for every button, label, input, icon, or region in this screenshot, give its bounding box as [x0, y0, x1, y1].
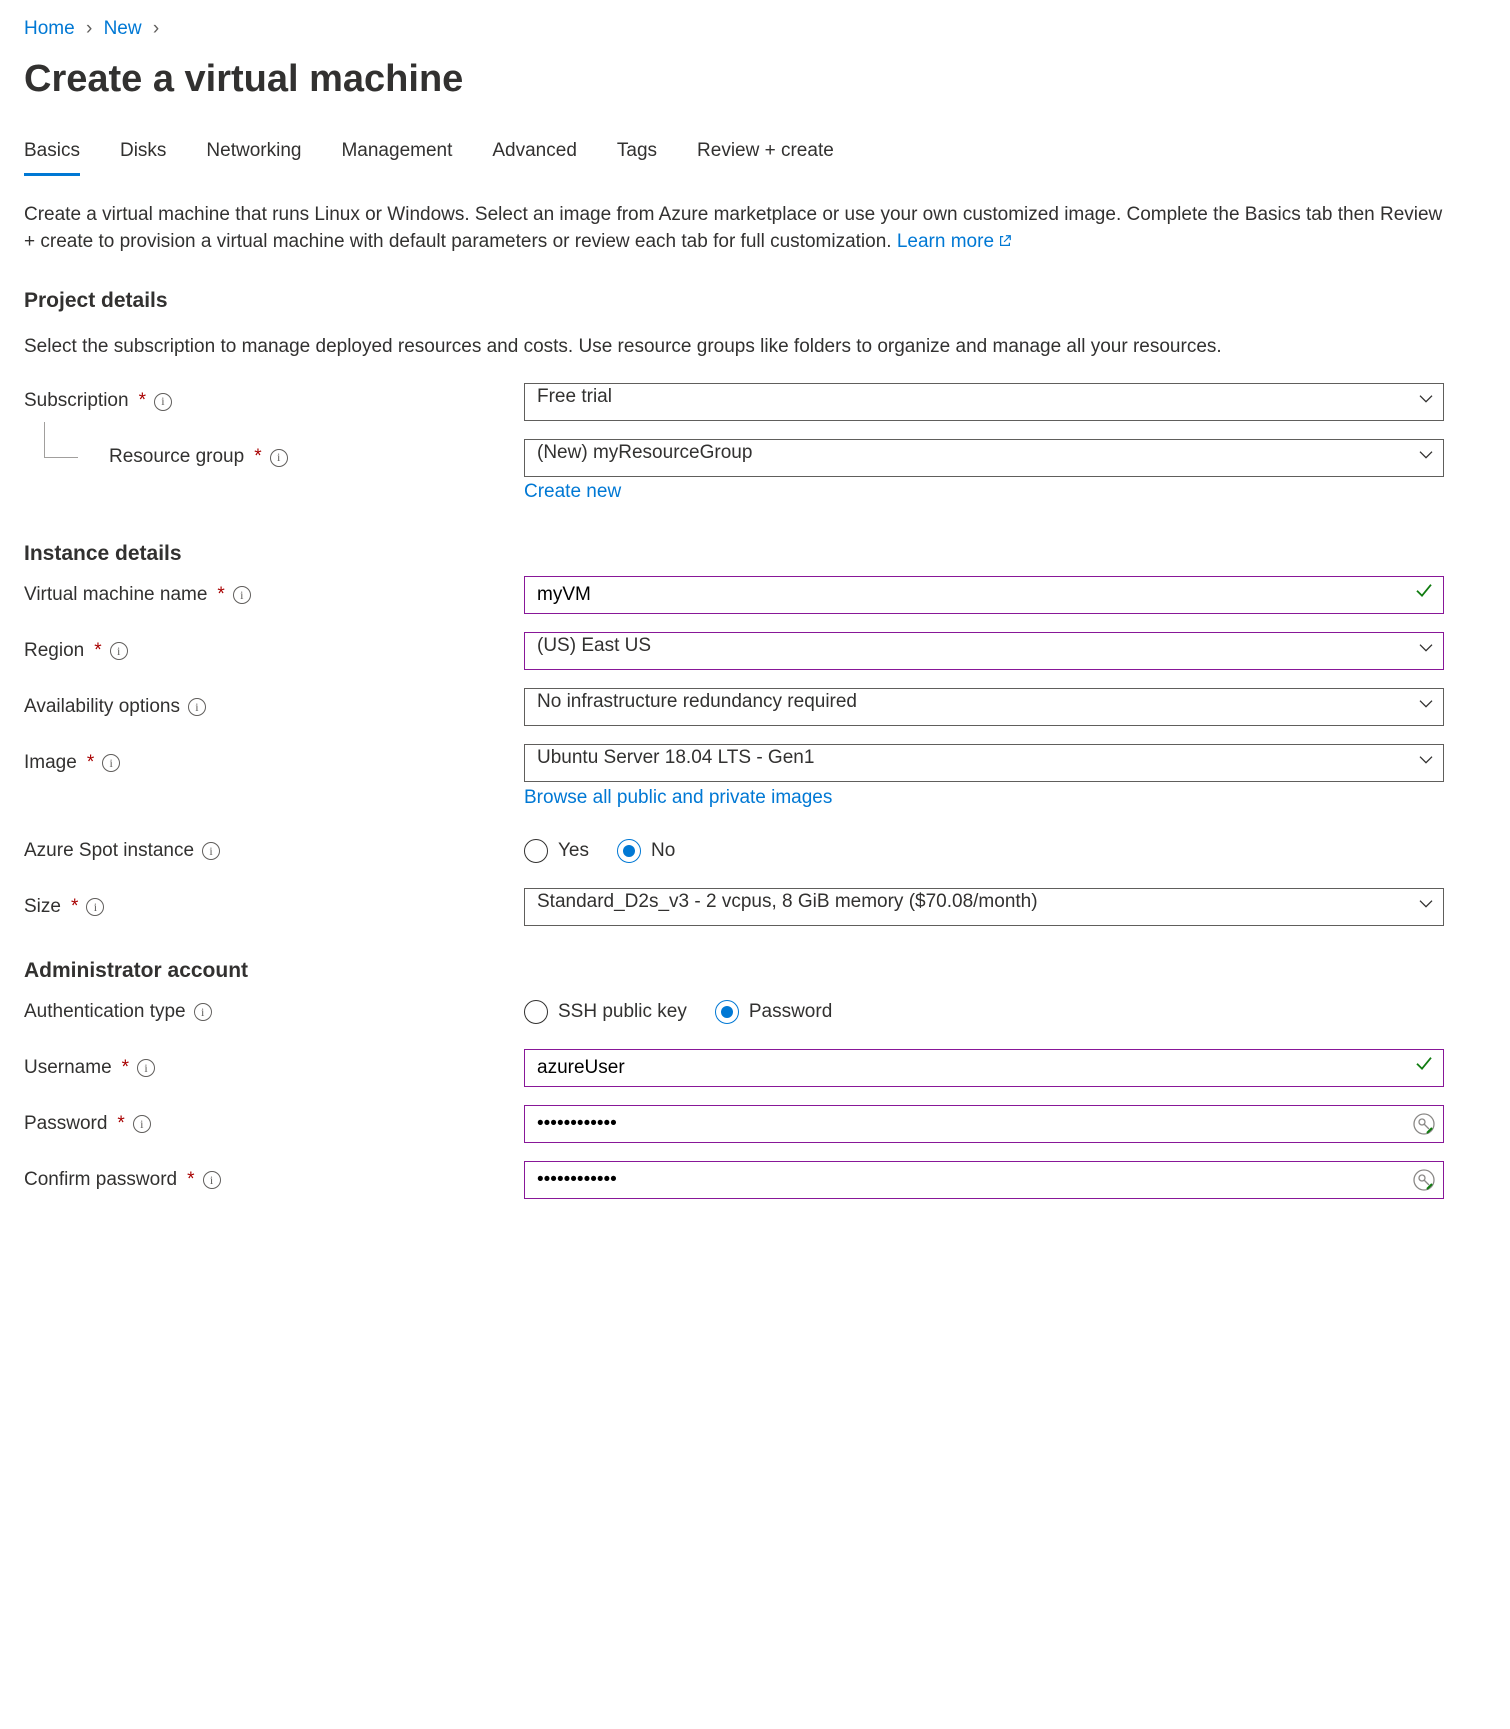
size-label: Size: [24, 894, 61, 921]
subscription-select[interactable]: Free trial: [524, 383, 1444, 421]
subscription-label: Subscription: [24, 388, 129, 415]
page-title: Create a virtual machine: [24, 53, 1486, 106]
auth-password-label: Password: [749, 999, 832, 1026]
required-asterisk: *: [187, 1167, 194, 1194]
vm-name-input[interactable]: [524, 576, 1444, 614]
intro-body: Create a virtual machine that runs Linux…: [24, 204, 1442, 252]
tab-tags[interactable]: Tags: [617, 134, 657, 177]
external-link-icon: [998, 234, 1012, 251]
info-icon[interactable]: i: [86, 898, 104, 916]
size-select[interactable]: Standard_D2s_v3 - 2 vcpus, 8 GiB memory …: [524, 888, 1444, 926]
info-icon[interactable]: i: [203, 1171, 221, 1189]
info-icon[interactable]: i: [154, 393, 172, 411]
required-asterisk: *: [94, 638, 101, 665]
confirm-password-input[interactable]: [524, 1161, 1444, 1199]
info-icon[interactable]: i: [137, 1059, 155, 1077]
section-instance-details: Instance details: [24, 539, 1486, 568]
hierarchy-line: [44, 422, 78, 458]
auth-password-radio[interactable]: Password: [715, 999, 832, 1026]
tab-basics[interactable]: Basics: [24, 134, 80, 177]
image-label: Image: [24, 750, 77, 777]
info-icon[interactable]: i: [133, 1115, 151, 1133]
resource-group-label: Resource group: [109, 444, 244, 471]
breadcrumb-new[interactable]: New: [104, 18, 142, 39]
auth-ssh-label: SSH public key: [558, 999, 687, 1026]
password-label: Password: [24, 1111, 107, 1138]
auth-type-label: Authentication type: [24, 999, 186, 1026]
required-asterisk: *: [117, 1111, 124, 1138]
required-asterisk: *: [217, 582, 224, 609]
breadcrumb-home[interactable]: Home: [24, 18, 75, 39]
project-details-desc: Select the subscription to manage deploy…: [24, 334, 1486, 361]
spot-no-radio[interactable]: No: [617, 838, 675, 865]
create-new-rg-link[interactable]: Create new: [524, 481, 621, 502]
tab-disks[interactable]: Disks: [120, 134, 166, 177]
check-icon: [1414, 1054, 1434, 1083]
username-label: Username: [24, 1055, 112, 1082]
info-icon[interactable]: i: [194, 1003, 212, 1021]
breadcrumb-sep: ›: [147, 18, 165, 39]
breadcrumb-sep: ›: [80, 18, 98, 39]
availability-label: Availability options: [24, 694, 180, 721]
required-asterisk: *: [122, 1055, 129, 1082]
auth-ssh-radio[interactable]: SSH public key: [524, 999, 687, 1026]
password-valid-icon: [1412, 1112, 1436, 1136]
resource-group-select[interactable]: (New) myResourceGroup: [524, 439, 1444, 477]
info-icon[interactable]: i: [202, 842, 220, 860]
breadcrumb: Home › New ›: [24, 16, 1486, 43]
spot-label: Azure Spot instance: [24, 838, 194, 865]
learn-more-link[interactable]: Learn more: [897, 231, 1012, 252]
info-icon[interactable]: i: [270, 449, 288, 467]
username-input[interactable]: [524, 1049, 1444, 1087]
password-input[interactable]: [524, 1105, 1444, 1143]
info-icon[interactable]: i: [233, 586, 251, 604]
tab-advanced[interactable]: Advanced: [492, 134, 577, 177]
info-icon[interactable]: i: [110, 642, 128, 660]
region-select[interactable]: (US) East US: [524, 632, 1444, 670]
spot-no-label: No: [651, 838, 675, 865]
spot-yes-label: Yes: [558, 838, 589, 865]
section-admin-account: Administrator account: [24, 956, 1486, 985]
tab-bar: Basics Disks Networking Management Advan…: [24, 134, 1486, 177]
required-asterisk: *: [139, 388, 146, 415]
intro-text: Create a virtual machine that runs Linux…: [24, 202, 1444, 255]
check-icon: [1414, 581, 1434, 610]
section-project-details: Project details: [24, 286, 1486, 315]
required-asterisk: *: [254, 444, 261, 471]
required-asterisk: *: [87, 750, 94, 777]
info-icon[interactable]: i: [188, 698, 206, 716]
region-label: Region: [24, 638, 84, 665]
browse-images-link[interactable]: Browse all public and private images: [524, 787, 832, 808]
password-valid-icon: [1412, 1168, 1436, 1192]
tab-review-create[interactable]: Review + create: [697, 134, 834, 177]
availability-select[interactable]: No infrastructure redundancy required: [524, 688, 1444, 726]
vm-name-label: Virtual machine name: [24, 582, 207, 609]
required-asterisk: *: [71, 894, 78, 921]
tab-networking[interactable]: Networking: [206, 134, 301, 177]
confirm-password-label: Confirm password: [24, 1167, 177, 1194]
tab-management[interactable]: Management: [341, 134, 452, 177]
spot-yes-radio[interactable]: Yes: [524, 838, 589, 865]
info-icon[interactable]: i: [102, 754, 120, 772]
image-select[interactable]: Ubuntu Server 18.04 LTS - Gen1: [524, 744, 1444, 782]
